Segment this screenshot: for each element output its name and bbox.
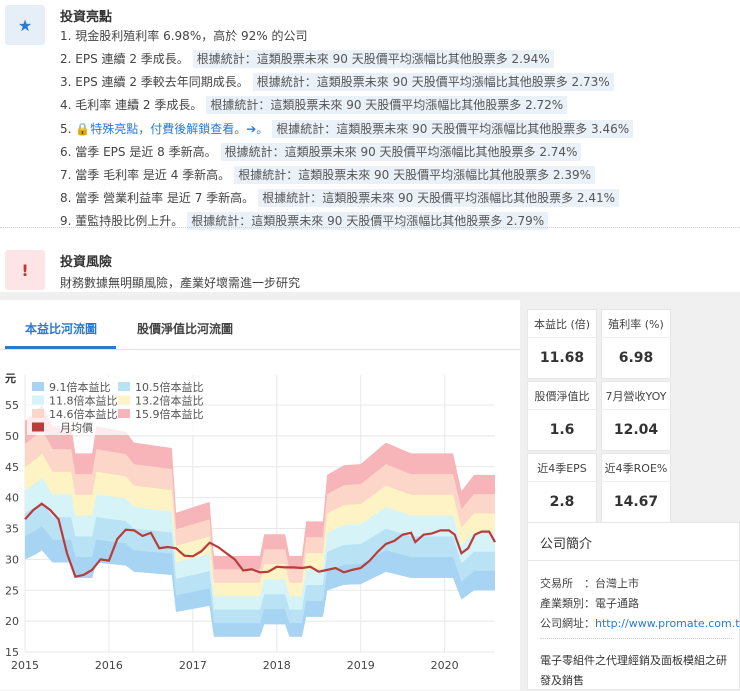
- metric-value: 6.98: [618, 350, 654, 366]
- company-title: 公司簡介: [528, 523, 739, 561]
- legend-label: 9.1倍本益比: [49, 380, 111, 394]
- metric-value: 11.68: [539, 350, 585, 366]
- y-tick-label: 55: [5, 399, 19, 412]
- exchange-label: 交易所 ：: [540, 577, 595, 590]
- metric-label: 本益比 (倍): [528, 310, 596, 338]
- metric-card: 股價淨值比 1.6: [527, 381, 597, 451]
- metric-value: 12.04: [613, 422, 659, 438]
- legend-label: 月均價: [60, 421, 93, 435]
- legend-swatch: [118, 382, 130, 391]
- legend-swatch: [118, 409, 130, 418]
- metric-card: 近4季EPS 2.8: [527, 453, 597, 523]
- y-tick-label: 30: [5, 553, 19, 566]
- website-label: 公司網址：: [540, 617, 595, 630]
- legend-swatch: [118, 395, 130, 405]
- y-tick-label: 20: [5, 615, 19, 628]
- y-tick-label: 40: [5, 492, 19, 505]
- company-profile: 公司簡介 交易所 ：台灣上市 產業類別：電子通路 公司網址：http://www…: [527, 522, 740, 690]
- legend-label: 15.9倍本益比: [135, 407, 204, 421]
- industry-label: 產業類別：: [540, 597, 595, 610]
- chart-legend: 9.1倍本益比 10.5倍本益比 11.8倍本益比 13.2倍本益比 14.6倍本益比 1…: [27, 377, 204, 435]
- metric-card: 殖利率 (%) 6.98: [601, 309, 671, 379]
- metric-value: 1.6: [549, 422, 575, 438]
- legend-label: 10.5倍本益比: [135, 380, 204, 394]
- pe-river-chart: 15 20 25 30 35 40 45 50 55 2015 2016 2017 2018 2019 20…: [5, 372, 496, 672]
- y-tick-label: 25: [5, 584, 19, 597]
- legend-swatch: [32, 422, 44, 432]
- metric-value: 14.67: [613, 494, 659, 510]
- y-tick-label: 35: [5, 523, 19, 536]
- legend-swatch: [32, 382, 44, 391]
- metric-card: 本益比 (倍) 11.68: [527, 309, 597, 379]
- x-tick-label: 2017: [179, 659, 207, 672]
- legend-swatch: [32, 409, 44, 418]
- legend-label: 11.8倍本益比: [49, 394, 118, 408]
- divider: [540, 638, 732, 639]
- x-tick-label: 2016: [95, 659, 123, 672]
- y-tick-label: 45: [5, 461, 19, 474]
- exchange-value: 台灣上市: [595, 577, 639, 590]
- y-tick-label: 50: [5, 430, 19, 443]
- metric-value: 2.8: [549, 494, 575, 510]
- industry-value: 電子通路: [595, 597, 639, 610]
- x-tick-label: 2020: [431, 659, 459, 672]
- x-tick-label: 2018: [263, 659, 291, 672]
- company-description: 電子零組件之代理經銷及面板模組之研發及銷售: [540, 654, 727, 687]
- x-tick-label: 2019: [347, 659, 375, 672]
- metric-label: 7月營收YOY: [602, 382, 670, 410]
- y-axis-unit: 元: [5, 372, 16, 385]
- x-tick-label: 2015: [11, 659, 39, 672]
- legend-label: 13.2倍本益比: [135, 394, 204, 408]
- legend-swatch: [32, 395, 44, 405]
- website-link[interactable]: http://www.promate.com.tw: [595, 617, 740, 630]
- legend-label: 14.6倍本益比: [49, 407, 118, 421]
- metric-label: 近4季EPS: [528, 454, 596, 482]
- y-tick-label: 15: [5, 646, 19, 659]
- metric-label: 股價淨值比: [528, 382, 596, 410]
- metric-card: 7月營收YOY 12.04: [601, 381, 671, 451]
- metric-label: 近4季ROE%: [602, 454, 670, 482]
- metric-card: 近4季ROE% 14.67: [601, 453, 671, 523]
- metric-label: 殖利率 (%): [602, 310, 670, 338]
